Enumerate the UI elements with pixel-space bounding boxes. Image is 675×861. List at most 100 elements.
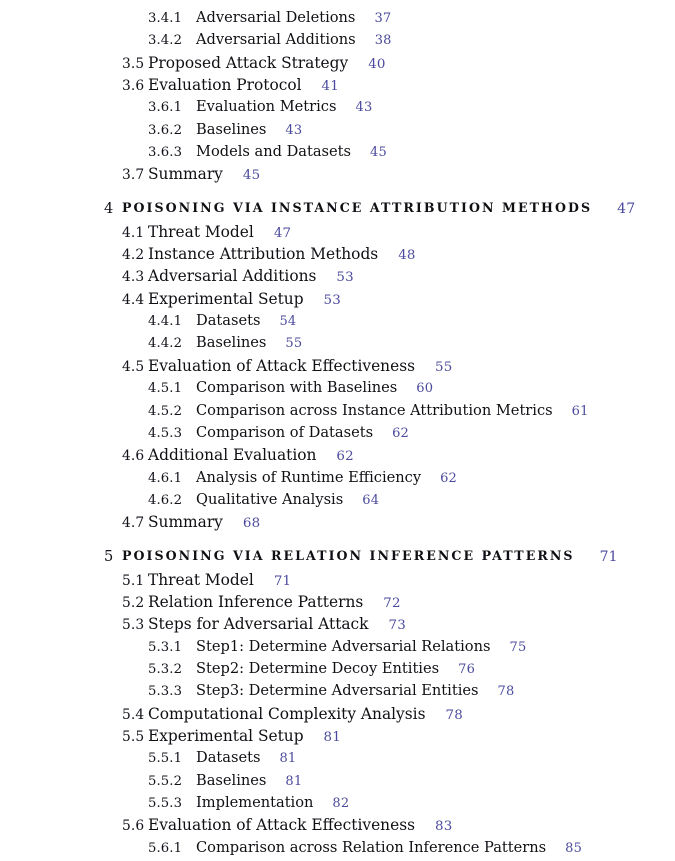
- toc-entry-page-number[interactable]: 62: [336, 449, 353, 464]
- toc-entry-page-number[interactable]: 47: [617, 201, 635, 217]
- toc-entry-page-number[interactable]: 45: [243, 168, 260, 183]
- toc-chapter-row[interactable]: 4 Poisoning via Instance Attribution Meth…: [0, 200, 675, 223]
- toc-chapter-row[interactable]: 5 Poisoning via Relation Inference Patter…: [0, 548, 675, 571]
- toc-section-row[interactable]: 5.5 Experimental Setup 81: [0, 727, 675, 749]
- toc-section-row[interactable]: 3.6.2 Baselines 43: [0, 121, 675, 143]
- toc-entry-title: Evaluation Protocol: [148, 76, 302, 95]
- toc-section-row[interactable]: 4.4.2 Baselines 55: [0, 334, 675, 356]
- toc-entry-title: Poisoning via Relation Inference Pattern…: [122, 548, 575, 564]
- toc-entry-page-number[interactable]: 38: [375, 33, 392, 48]
- toc-entry-title: Baselines: [196, 120, 267, 138]
- toc-section-row[interactable]: 4.5.2 Comparison across Instance Attribut…: [0, 402, 675, 424]
- toc-section-row[interactable]: 4.6.2 Qualitative Analysis 64: [0, 491, 675, 513]
- toc-section-row[interactable]: 5.6.1 Comparison across Relation Inferenc…: [0, 839, 675, 861]
- toc-entry-page-number[interactable]: 60: [416, 381, 433, 396]
- toc-entry-title: Additional Evaluation: [148, 446, 317, 465]
- toc-entry-number: 5.4: [122, 706, 145, 723]
- toc-entry-page-number[interactable]: 45: [370, 145, 387, 160]
- toc-entry-page-number[interactable]: 54: [279, 314, 296, 329]
- toc-entry-page-number[interactable]: 76: [458, 662, 475, 677]
- toc-entry-page-number[interactable]: 40: [368, 57, 385, 72]
- toc-entry-number: 4.4.1: [148, 314, 183, 330]
- toc-entry-page-number[interactable]: 55: [285, 336, 302, 351]
- toc-section-row[interactable]: 5.3.3 Step3: Determine Adversarial Entiti…: [0, 682, 675, 704]
- toc-entry-number: 4.1: [122, 224, 145, 241]
- toc-entry-page-number[interactable]: 53: [336, 270, 353, 285]
- toc-entry-title: Step2: Determine Decoy Entities: [196, 659, 440, 677]
- toc-entry-number: 4.5: [122, 358, 145, 375]
- toc-section-row[interactable]: 5.6 Evaluation of Attack Effectiveness 83: [0, 816, 675, 838]
- toc-entry-page-number[interactable]: 62: [440, 471, 457, 486]
- toc-entry-page-number[interactable]: 68: [243, 516, 260, 531]
- toc-entry-number: 4.5.1: [148, 381, 183, 397]
- toc-section-row[interactable]: 5.3.1 Step1: Determine Adversarial Relati…: [0, 638, 675, 660]
- toc-entry-title: Models and Datasets: [196, 143, 352, 161]
- toc-section-row[interactable]: 5.1 Threat Model 71: [0, 571, 675, 593]
- toc-entry-page-number[interactable]: 43: [285, 123, 302, 138]
- toc-entry-title: Evaluation Metrics: [196, 98, 337, 116]
- toc-entry-title: Comparison of Datasets: [196, 423, 374, 441]
- toc-section-row[interactable]: 4.7 Summary 68: [0, 513, 675, 535]
- toc-section-row[interactable]: 5.4 Computational Complexity Analysis 78: [0, 705, 675, 727]
- toc-entry-page-number[interactable]: 61: [572, 404, 589, 419]
- toc-entry-number: 5.3.1: [148, 639, 183, 655]
- toc-entry-title: Threat Model: [148, 222, 254, 241]
- toc-section-row[interactable]: 3.4.2 Adversarial Additions 38: [0, 31, 675, 53]
- toc-entry-page-number[interactable]: 81: [324, 730, 341, 745]
- toc-entry-number: 5.3.2: [148, 661, 183, 677]
- toc-entry-page-number[interactable]: 83: [435, 819, 452, 834]
- toc-entry-page-number[interactable]: 75: [509, 640, 526, 655]
- toc-entry-title: Poisoning via Instance Attribution Metho…: [122, 200, 593, 216]
- toc-section-row[interactable]: 3.6.1 Evaluation Metrics 43: [0, 98, 675, 120]
- toc-entry-page-number[interactable]: 78: [498, 684, 515, 699]
- toc-entry-page-number[interactable]: 53: [324, 293, 341, 308]
- toc-entry-page-number[interactable]: 73: [389, 618, 406, 633]
- toc-section-row[interactable]: 4.2 Instance Attribution Methods 48: [0, 245, 675, 267]
- toc-entry-page-number[interactable]: 81: [285, 774, 302, 789]
- toc-entry-page-number[interactable]: 71: [274, 574, 291, 589]
- toc-section-row[interactable]: 3.7 Summary 45: [0, 165, 675, 187]
- toc-entry-title: Baselines: [196, 771, 267, 789]
- toc-entry-page-number[interactable]: 81: [279, 751, 296, 766]
- toc-section-row[interactable]: 4.1 Threat Model 47: [0, 223, 675, 245]
- toc-entry-page-number[interactable]: 37: [374, 11, 391, 26]
- toc-entry-page-number[interactable]: 78: [445, 708, 462, 723]
- toc-section-row[interactable]: 4.5.3 Comparison of Datasets 62: [0, 424, 675, 446]
- toc-section-row[interactable]: 5.5.3 Implementation 82: [0, 794, 675, 816]
- toc-entry-page-number[interactable]: 41: [322, 79, 339, 94]
- toc-entry-number: 3.7: [122, 167, 145, 184]
- toc-entry-page-number[interactable]: 64: [362, 493, 379, 508]
- toc-section-row[interactable]: 3.6 Evaluation Protocol 41: [0, 76, 675, 98]
- toc-section-row[interactable]: 3.4.1 Adversarial Deletions 37: [0, 9, 675, 31]
- toc-section-row[interactable]: 5.3 Steps for Adversarial Attack 73: [0, 615, 675, 637]
- toc-entry-page-number[interactable]: 43: [355, 100, 372, 115]
- toc-entry-number: 5.6: [122, 818, 145, 835]
- toc-section-row[interactable]: 5.2 Relation Inference Patterns 72: [0, 593, 675, 615]
- toc-section-row[interactable]: 3.5 Proposed Attack Strategy 40: [0, 54, 675, 76]
- toc-entry-page-number[interactable]: 47: [274, 226, 291, 241]
- toc-section-row[interactable]: 5.3.2 Step2: Determine Decoy Entities 76: [0, 660, 675, 682]
- toc-entry-title: Datasets: [196, 749, 261, 767]
- toc-entry-page-number[interactable]: 71: [600, 549, 618, 565]
- toc-entry-title: Comparison with Baselines: [196, 379, 398, 397]
- toc-section-row[interactable]: 4.6.1 Analysis of Runtime Efficiency 62: [0, 469, 675, 491]
- toc-entry-page-number[interactable]: 48: [398, 248, 415, 263]
- toc-section-row[interactable]: 4.6 Additional Evaluation 62: [0, 446, 675, 468]
- toc-entry-number: 3.6.1: [148, 100, 183, 116]
- toc-section-row[interactable]: 4.3 Adversarial Additions 53: [0, 267, 675, 289]
- toc-section-row[interactable]: 5.5.1 Datasets 81: [0, 749, 675, 771]
- toc-section-row[interactable]: 4.5.1 Comparison with Baselines 60: [0, 379, 675, 401]
- toc-section-row[interactable]: 4.4.1 Datasets 54: [0, 312, 675, 334]
- toc-entry-title: Step3: Determine Adversarial Entities: [196, 682, 479, 700]
- toc-section-row[interactable]: 4.4 Experimental Setup 53: [0, 290, 675, 312]
- toc-entry-page-number[interactable]: 85: [565, 841, 582, 856]
- toc-entry-page-number[interactable]: 72: [383, 596, 400, 611]
- toc-entry-number: 5.6.1: [148, 840, 183, 856]
- toc-section-row[interactable]: 4.5 Evaluation of Attack Effectiveness 55: [0, 357, 675, 379]
- toc-entry-page-number[interactable]: 55: [435, 360, 452, 375]
- toc-entry-number: 5.3: [122, 617, 145, 634]
- toc-section-row[interactable]: 5.5.2 Baselines 81: [0, 772, 675, 794]
- toc-section-row[interactable]: 3.6.3 Models and Datasets 45: [0, 143, 675, 165]
- toc-entry-page-number[interactable]: 82: [332, 796, 349, 811]
- toc-entry-page-number[interactable]: 62: [392, 426, 409, 441]
